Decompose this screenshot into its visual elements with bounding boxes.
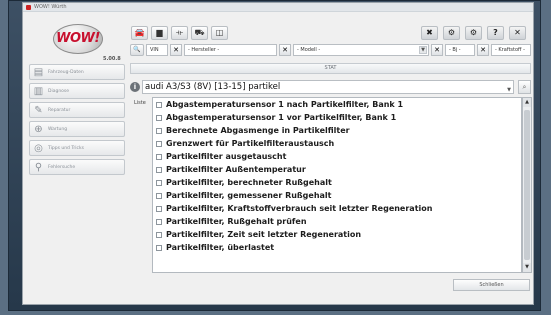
list-item[interactable]: Partikelfilter, berechneter Rußgehalt — [153, 176, 521, 189]
chevron-down-icon: ▼ — [419, 46, 427, 54]
list-item-label: Partikelfilter, Zeit seit letzter Regene… — [166, 230, 362, 239]
list-item-label: Partikelfilter ausgetauscht — [166, 152, 287, 161]
wrench-icon: ✎ — [34, 104, 43, 116]
checkbox[interactable] — [156, 231, 162, 238]
parameter-list: Abgastemperatursensor 1 nach Partikelfil… — [152, 97, 522, 273]
list-item[interactable]: Partikelfilter, Rußgehalt prüfen — [153, 215, 521, 228]
help-icon[interactable]: ? — [487, 26, 504, 40]
wow-logo: WOW! — [53, 24, 103, 54]
car-icon[interactable]: 🚘 — [131, 26, 148, 40]
section-header: STAT — [130, 63, 531, 74]
sidebar-item-tipps[interactable]: ◎ Tipps und Tricks — [29, 140, 125, 156]
list-item-label: Abgastemperatursensor 1 nach Partikelfil… — [166, 100, 404, 109]
vin-clear-icon[interactable]: ✕ — [170, 44, 182, 56]
list-item-label: Grenzwert für Partikelfilteraustausch — [166, 139, 335, 148]
scroll-thumb[interactable] — [524, 110, 530, 260]
vin-select[interactable]: VIN — [146, 44, 168, 56]
tools-icon[interactable]: ⚙ — [443, 26, 460, 40]
truck-icon[interactable]: ▆ — [151, 26, 168, 40]
vehicle-search-icon[interactable]: ⌕ — [518, 80, 531, 94]
list-item-label: Partikelfilter Außentemperatur — [166, 165, 306, 174]
list-item-label: Abgastemperatursensor 1 vor Partikelfilt… — [166, 113, 397, 122]
scroll-up-icon[interactable]: ▲ — [523, 98, 531, 107]
list-item[interactable]: Partikelfilter Außentemperatur — [153, 163, 521, 176]
list-item[interactable]: Partikelfilter ausgetauscht — [153, 150, 521, 163]
checkbox[interactable] — [156, 218, 162, 225]
checkbox[interactable] — [156, 114, 162, 121]
tractor-icon[interactable]: ⛟ — [191, 26, 208, 40]
sidebar-item-fahrzeug[interactable]: ▤ Fahrzeug-Daten — [29, 64, 125, 80]
app-icon — [26, 5, 31, 10]
list-item[interactable]: Partikelfilter, gemessener Rußgehalt — [153, 189, 521, 202]
exit-icon[interactable]: ✕ — [509, 26, 526, 40]
list-item-label: Partikelfilter, Kraftstoffverbrauch seit… — [166, 204, 433, 213]
modell-select[interactable]: - Modell - ▼ — [293, 44, 429, 56]
checkbox[interactable] — [156, 153, 162, 160]
sidebar: ▤ Fahrzeug-Daten ▥ Diagnose ✎ Reparatur … — [29, 64, 125, 178]
checkbox[interactable] — [156, 205, 162, 212]
list-item[interactable]: Grenzwert für Partikelfilteraustausch — [153, 137, 521, 150]
scroll-down-icon[interactable]: ▼ — [523, 263, 531, 272]
list-item-label: Partikelfilter, überlastet — [166, 243, 275, 252]
diagnosis-icon: ▥ — [33, 85, 44, 97]
logo-area: WOW! 5.00.8 — [23, 13, 127, 63]
checkbox[interactable] — [156, 101, 162, 108]
checkbox[interactable] — [156, 179, 162, 186]
hersteller-clear-icon[interactable]: ✕ — [279, 44, 291, 56]
vehicle-row: i audi A3/S3 (8V) [13-15] partikel ▼ ⌕ — [130, 80, 531, 95]
chevron-down-icon: ▼ — [507, 87, 511, 93]
list-item[interactable]: Partikelfilter, überlastet — [153, 241, 521, 254]
troubleshoot-icon: ⚲ — [34, 161, 43, 173]
list-item-label: Partikelfilter, Rußgehalt prüfen — [166, 217, 307, 226]
list-item[interactable]: Abgastemperatursensor 1 nach Partikelfil… — [153, 98, 521, 111]
checkbox[interactable] — [156, 166, 162, 173]
list-item[interactable]: Partikelfilter, Zeit seit letzter Regene… — [153, 228, 521, 241]
kraftstoff-select[interactable]: - Kraftstoff - — [491, 44, 531, 56]
car-data-icon: ▤ — [33, 66, 44, 78]
sidebar-item-wartung[interactable]: ⊕ Wartung — [29, 121, 125, 137]
checkbox[interactable] — [156, 127, 162, 134]
close-button[interactable]: Schließen — [453, 279, 530, 291]
checkbox[interactable] — [156, 244, 162, 251]
version-label: 5.00.8 — [103, 56, 121, 62]
manual-icon[interactable]: ◫ — [211, 26, 228, 40]
window-title: WOW! Würth — [34, 4, 67, 10]
search-car-icon[interactable]: 🔍 — [130, 44, 144, 56]
vehicle-select[interactable]: audi A3/S3 (8V) [13-15] partikel ▼ — [142, 80, 514, 94]
hersteller-select[interactable]: - Hersteller - — [184, 44, 277, 56]
app-window: WOW! Würth WOW! 5.00.8 🚘 ▆ ⟛ ⛟ ◫ ✖ ⚙ ⚙ ?… — [22, 2, 534, 305]
checkbox[interactable] — [156, 192, 162, 199]
bj-select[interactable]: - Bj - — [445, 44, 475, 56]
bj-clear-icon[interactable]: ✕ — [477, 44, 489, 56]
settings-icon[interactable]: ⚙ — [465, 26, 482, 40]
list-item-label: Berechnete Abgasmenge in Partikelfilter — [166, 126, 350, 135]
title-bar: WOW! Würth — [23, 3, 533, 12]
list-label: Liste — [134, 100, 146, 106]
info-icon[interactable]: i — [130, 82, 140, 92]
service-icon: ⊕ — [34, 123, 43, 135]
modell-clear-icon[interactable]: ✕ — [431, 44, 443, 56]
sidebar-item-diagnose[interactable]: ▥ Diagnose — [29, 83, 125, 99]
motorcycle-icon[interactable]: ⟛ — [171, 26, 188, 40]
list-scrollbar[interactable]: ▲ ▼ — [522, 97, 532, 273]
list-item-label: Partikelfilter, berechneter Rußgehalt — [166, 178, 332, 187]
close-x-icon[interactable]: ✖ — [421, 26, 438, 40]
list-item[interactable]: Berechnete Abgasmenge in Partikelfilter — [153, 124, 521, 137]
list-item-label: Partikelfilter, gemessener Rußgehalt — [166, 191, 332, 200]
checkbox[interactable] — [156, 140, 162, 147]
list-item[interactable]: Abgastemperatursensor 1 vor Partikelfilt… — [153, 111, 521, 124]
list-item[interactable]: Partikelfilter, Kraftstoffverbrauch seit… — [153, 202, 521, 215]
tips-icon: ◎ — [34, 142, 43, 154]
sidebar-item-fehlersuche[interactable]: ⚲ Fehlersuche — [29, 159, 125, 175]
sidebar-item-reparatur[interactable]: ✎ Reparatur — [29, 102, 125, 118]
